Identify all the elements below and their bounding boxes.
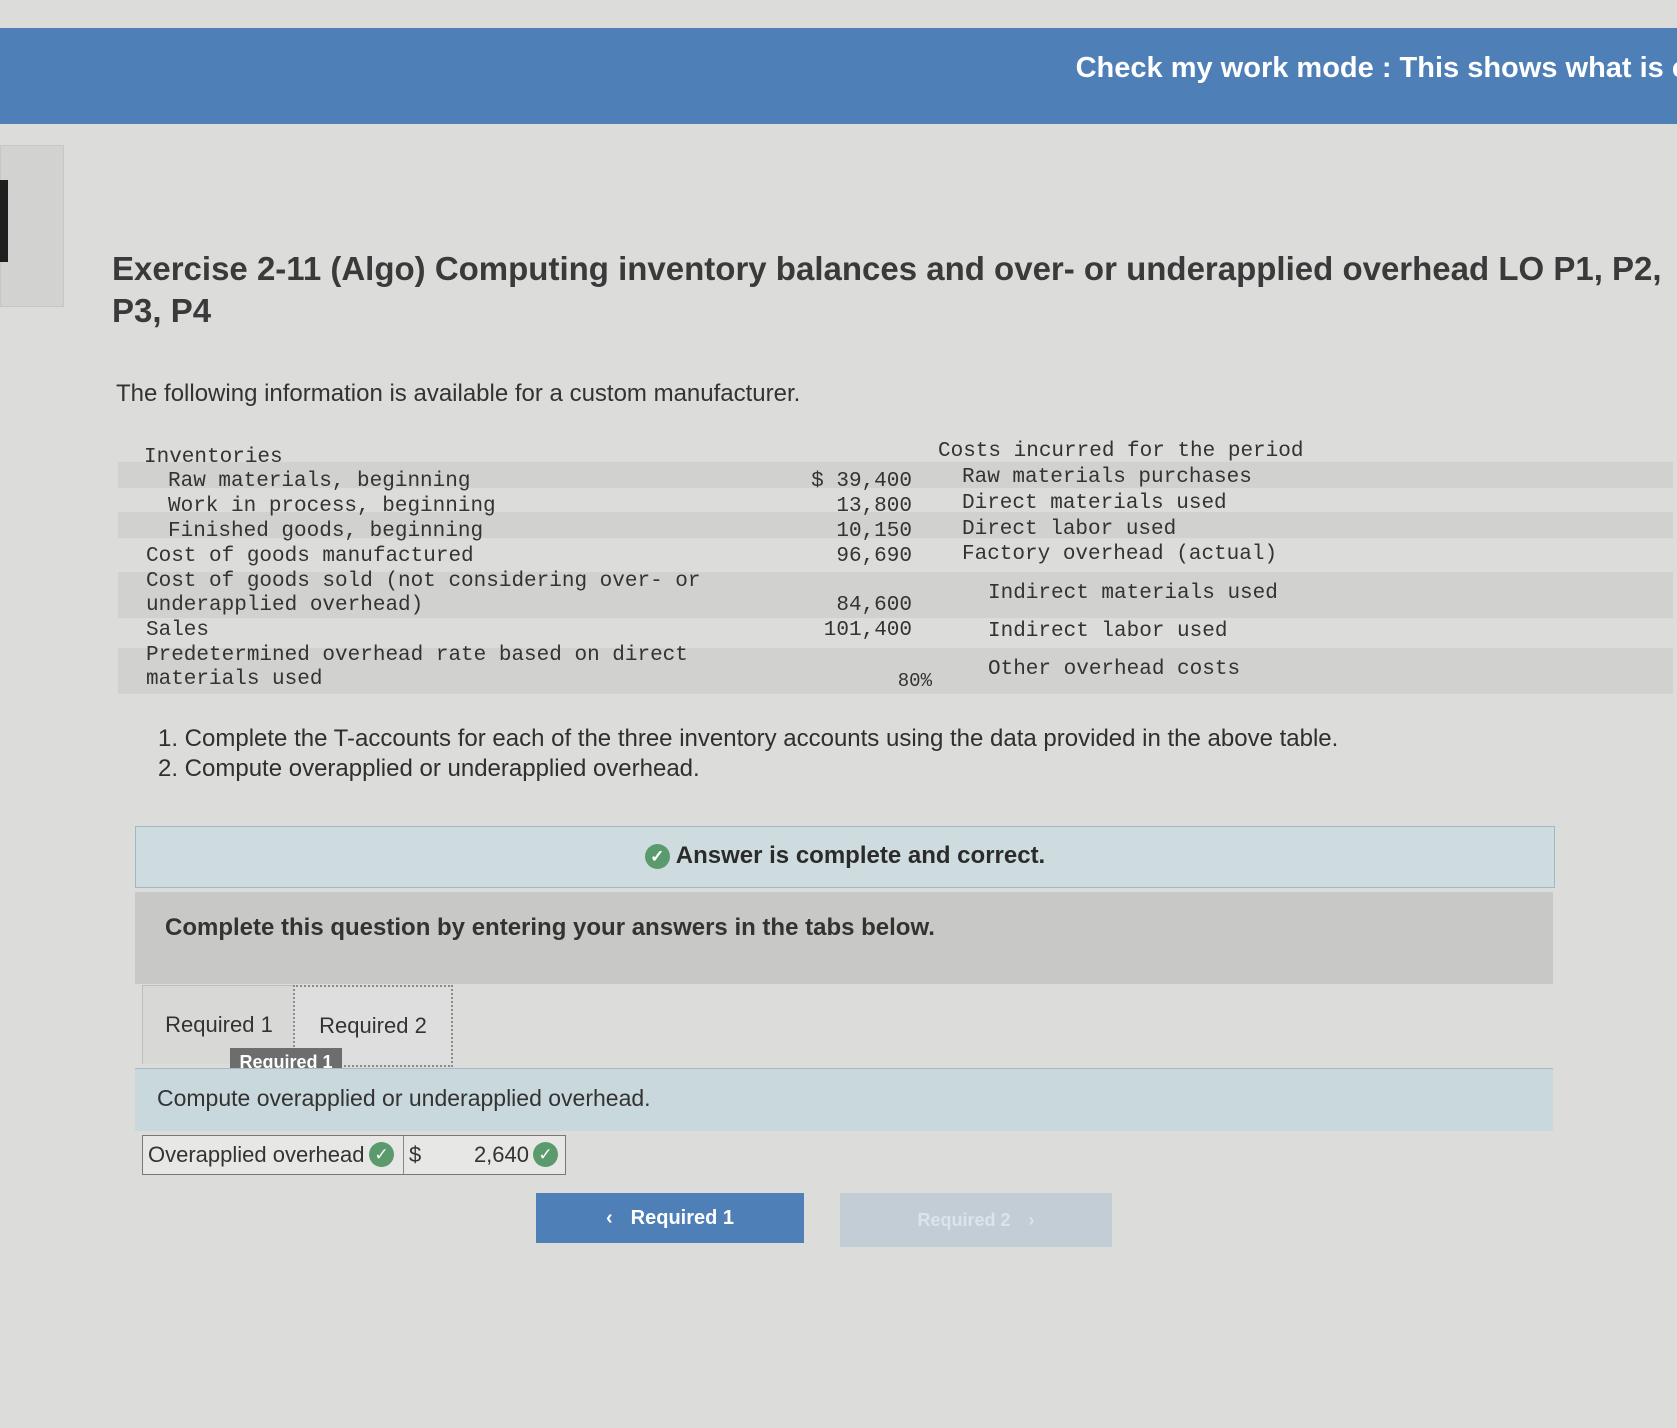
next-button[interactable]: Required 2 › [840, 1193, 1112, 1247]
answer-label[interactable]: Overapplied overhead [148, 1142, 364, 1168]
row-value: 84,600 [836, 594, 912, 617]
check-icon: ✓ [533, 1142, 558, 1167]
row-label: underapplied overhead) [146, 594, 424, 617]
currency-symbol: $ [409, 1142, 422, 1167]
row-value: 10,150 [836, 520, 912, 543]
chevron-left-icon: ‹ [605, 1207, 613, 1229]
row-value: 96,690 [836, 545, 912, 568]
top-bar: Check my work mode : This shows what is … [0, 28, 1677, 124]
costs-heading: Costs incurred for the period [938, 440, 1304, 463]
instruction-item: 2. Compute overapplied or underapplied o… [158, 755, 700, 782]
side-marker [0, 180, 8, 262]
row-label: Cost of goods sold (not considering over… [146, 570, 701, 593]
prev-button[interactable]: ‹ Required 1 [536, 1193, 804, 1243]
chevron-right-icon: › [1028, 1210, 1035, 1230]
row-label: materials used [146, 668, 323, 691]
row-label: Sales [146, 619, 210, 642]
question-panel: Compute overapplied or underapplied over… [135, 1068, 1553, 1131]
check-my-work-mode-text: Check my work mode : This shows what is … [1075, 52, 1677, 84]
answer-row: Overapplied overhead ✓ $ 2,640 ✓ [142, 1135, 566, 1175]
check-icon: ✓ [644, 844, 670, 870]
next-button-label: Required 2 [917, 1210, 1011, 1230]
exercise-intro: The following information is available f… [116, 380, 801, 407]
inventories-heading: Inventories [144, 446, 283, 469]
row-label: Predetermined overhead rate based on dir… [146, 644, 688, 667]
question-text: Compute overapplied or underapplied over… [157, 1085, 651, 1111]
row-label: Work in process, beginning [168, 495, 496, 518]
cost-label: Indirect materials used [988, 582, 1278, 605]
row-value: 13,800 [836, 495, 912, 518]
prev-button-label: Required 1 [630, 1207, 735, 1229]
answer-value[interactable]: 2,640 [433, 1142, 529, 1168]
cell-divider [403, 1136, 404, 1174]
cost-label: Indirect labor used [988, 620, 1228, 643]
side-panel-tab[interactable] [0, 145, 64, 307]
cost-label: Factory overhead (actual) [962, 543, 1278, 566]
instruction-box-text: Complete this question by entering your … [165, 914, 935, 941]
row-value: 80% [897, 670, 932, 692]
row-label: Cost of goods manufactured [146, 545, 474, 568]
instruction-item: 1. Complete the T-accounts for each of t… [158, 725, 1339, 752]
cost-label: Raw materials purchases [962, 466, 1252, 489]
instruction-box: Complete this question by entering your … [135, 892, 1553, 984]
answer-status-banner: ✓ Answer is complete and correct. [135, 826, 1555, 888]
cost-label: Direct materials used [962, 492, 1227, 515]
row-value: 101,400 [823, 619, 912, 642]
instructions-list: 1. Complete the T-accounts for each of t… [158, 724, 1338, 784]
row-label: Raw materials, beginning [168, 470, 471, 493]
row-label: Finished goods, beginning [168, 520, 484, 543]
cost-label: Direct labor used [962, 518, 1177, 541]
answer-status-text: Answer is complete and correct. [675, 842, 1046, 869]
exercise-title: Exercise 2-11 (Algo) Computing inventory… [112, 250, 1662, 329]
cost-label: Other overhead costs [988, 658, 1241, 681]
check-icon: ✓ [369, 1142, 394, 1167]
row-value: $ 39,400 [811, 470, 912, 493]
